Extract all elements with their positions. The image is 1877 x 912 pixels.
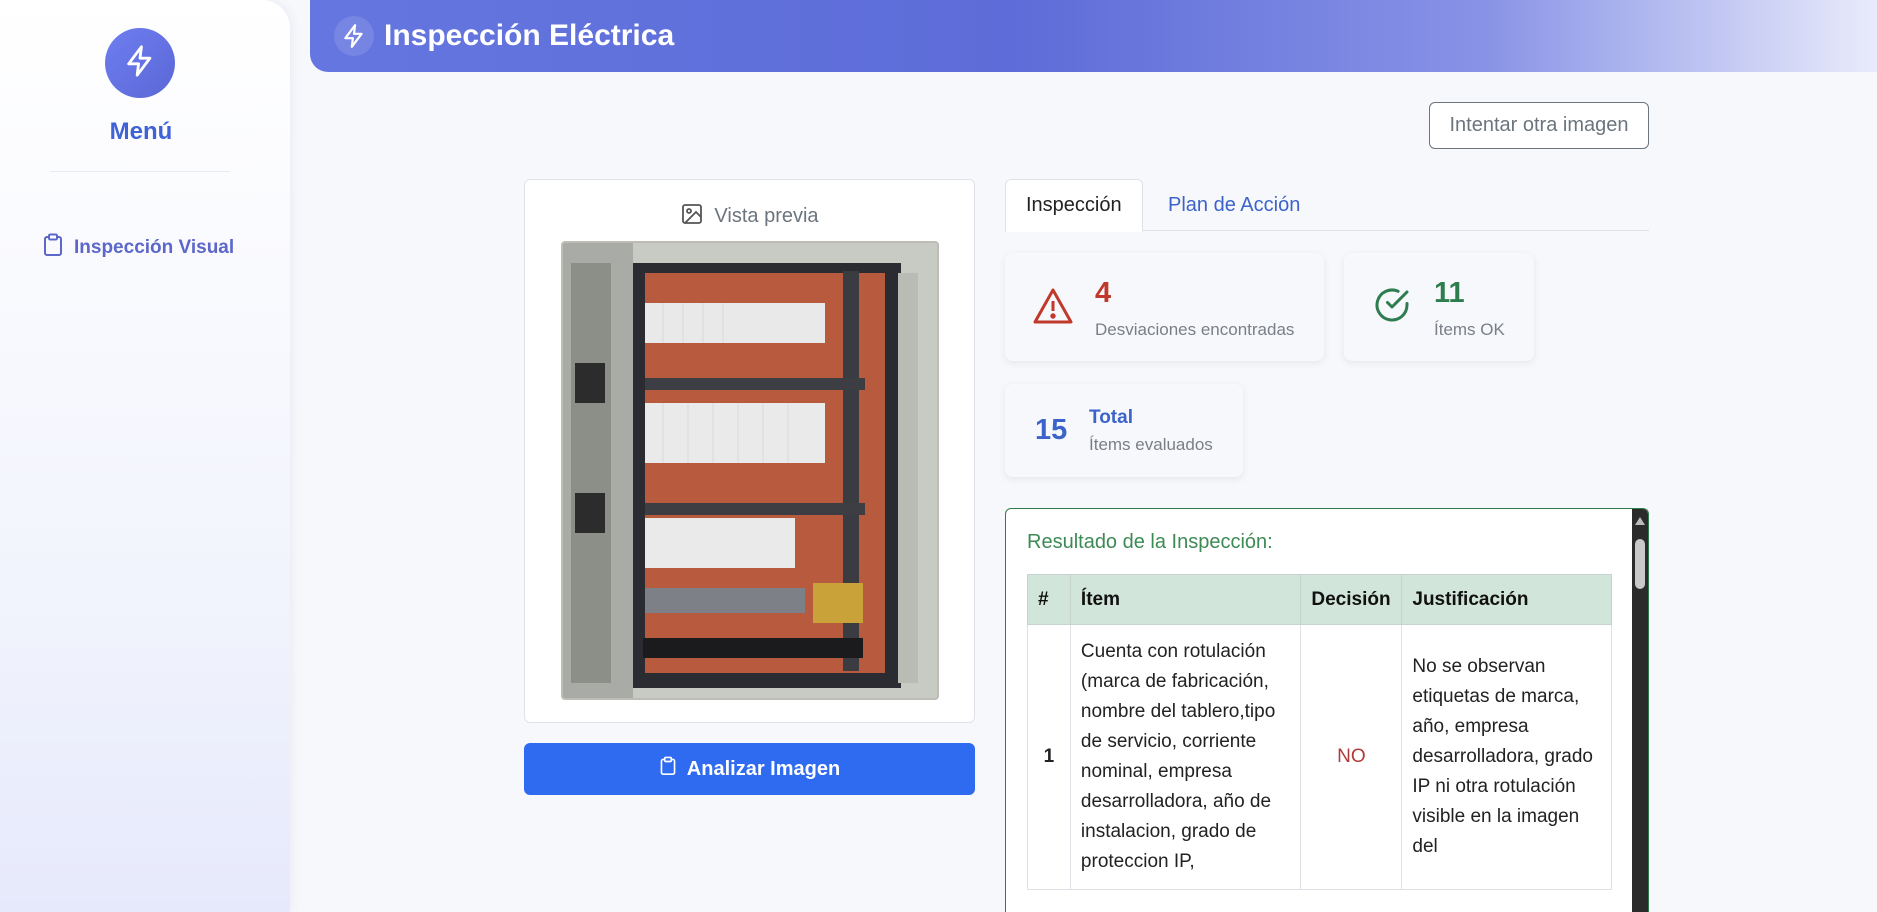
- sidebar-item-label: Inspección Visual: [74, 236, 235, 258]
- scroll-up-arrow-icon[interactable]: [1635, 517, 1645, 525]
- column-header: Decisión: [1300, 574, 1403, 625]
- ok-stat-card: 11 Ítems OK: [1344, 253, 1534, 361]
- page-title: Inspección Eléctrica: [384, 19, 675, 52]
- preview-card: Vista previa: [524, 179, 975, 723]
- total-label: Ítems evaluados: [1089, 435, 1213, 454]
- deviations-count: 4: [1095, 277, 1112, 309]
- results-scrollbar[interactable]: [1632, 509, 1648, 912]
- header: Inspección Eléctrica: [310, 0, 1877, 72]
- analyze-image-button[interactable]: Analizar Imagen: [524, 743, 975, 795]
- scroll-thumb[interactable]: [1635, 539, 1645, 589]
- table-header-row: # Ítem Decisión Justificación: [1027, 574, 1612, 625]
- check-circle-icon: [1372, 285, 1412, 330]
- lightning-icon: [123, 44, 157, 83]
- menu-title: Menú: [109, 118, 173, 145]
- ok-label: Ítems OK: [1434, 320, 1505, 339]
- analyze-image-label: Analizar Imagen: [686, 757, 841, 780]
- total-count: 15: [1035, 414, 1068, 446]
- image-icon: [680, 202, 704, 231]
- clipboard-icon: [659, 756, 677, 782]
- total-title: Total: [1089, 407, 1133, 428]
- results-title: Resultado de la Inspección:: [1027, 531, 1273, 553]
- electrical-panel-image: [561, 241, 939, 700]
- column-header: Ítem: [1069, 574, 1302, 625]
- preview-header: Vista previa: [525, 202, 974, 231]
- results-panel: Resultado de la Inspección: # Ítem Decis…: [1005, 508, 1649, 912]
- tab-plan-de-accion[interactable]: Plan de Acción: [1148, 179, 1320, 231]
- row-item: Cuenta con rotulación (marca de fabricac…: [1069, 624, 1302, 890]
- ok-count: 11: [1434, 277, 1465, 309]
- column-header: #: [1027, 574, 1071, 625]
- sidebar: Menú Inspección Visual: [0, 0, 290, 912]
- row-decision: NO: [1300, 624, 1403, 890]
- warning-icon: [1032, 287, 1074, 330]
- row-justification: No se observan etiquetas de marca, año, …: [1401, 624, 1612, 890]
- total-stat-card: 15 Total Ítems evaluados: [1005, 384, 1243, 477]
- retry-image-button[interactable]: Intentar otra imagen: [1429, 102, 1649, 149]
- menu-logo[interactable]: [105, 28, 175, 98]
- row-index: 1: [1027, 624, 1071, 890]
- tabs: Inspección Plan de Acción: [1005, 179, 1649, 232]
- clipboard-icon: [42, 233, 64, 262]
- lightning-icon: [334, 16, 374, 56]
- sidebar-item-inspeccion-visual[interactable]: Inspección Visual: [42, 233, 234, 262]
- preview-label: Vista previa: [714, 205, 819, 227]
- results-table: # Ítem Decisión Justificación 1 Cuenta c…: [1027, 574, 1612, 890]
- table-row: 1 Cuenta con rotulación (marca de fabric…: [1027, 624, 1612, 890]
- tab-inspeccion[interactable]: Inspección: [1005, 179, 1143, 232]
- deviations-label: Desviaciones encontradas: [1095, 320, 1295, 339]
- deviations-stat-card: 4 Desviaciones encontradas: [1005, 253, 1324, 361]
- menu-divider: [50, 171, 230, 172]
- column-header: Justificación: [1401, 574, 1612, 625]
